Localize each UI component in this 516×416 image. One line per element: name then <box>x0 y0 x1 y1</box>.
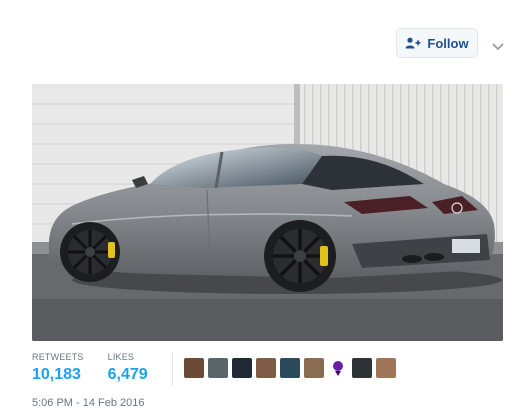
liker-avatars <box>184 358 396 378</box>
avatar[interactable] <box>232 358 252 378</box>
retweets-count: 10,183 <box>32 366 81 383</box>
avatar[interactable] <box>304 358 324 378</box>
tweet-timestamp[interactable]: 5:06 PM - 14 Feb 2016 <box>32 397 145 409</box>
add-user-icon <box>405 37 421 49</box>
avatar[interactable] <box>256 358 276 378</box>
retweets-label: RETWEETS <box>32 352 84 362</box>
likes-stat[interactable]: LIKES 6,479 <box>108 352 148 384</box>
avatar[interactable] <box>328 358 348 378</box>
stats-divider <box>172 352 173 386</box>
follow-label: Follow <box>427 35 469 51</box>
chevron-down-icon[interactable] <box>492 38 504 56</box>
follow-button[interactable]: Follow <box>396 28 478 58</box>
avatar[interactable] <box>280 358 300 378</box>
avatar[interactable] <box>376 358 396 378</box>
tweet-photo[interactable] <box>32 84 503 341</box>
retweets-stat[interactable]: RETWEETS 10,183 <box>32 352 84 384</box>
car-photo <box>32 84 503 341</box>
likes-count: 6,479 <box>107 366 148 383</box>
avatar[interactable] <box>208 358 228 378</box>
likes-label: LIKES <box>107 352 135 362</box>
avatar[interactable] <box>352 358 372 378</box>
avatar[interactable] <box>184 358 204 378</box>
tweet-stats: RETWEETS 10,183 LIKES 6,479 <box>32 352 148 384</box>
